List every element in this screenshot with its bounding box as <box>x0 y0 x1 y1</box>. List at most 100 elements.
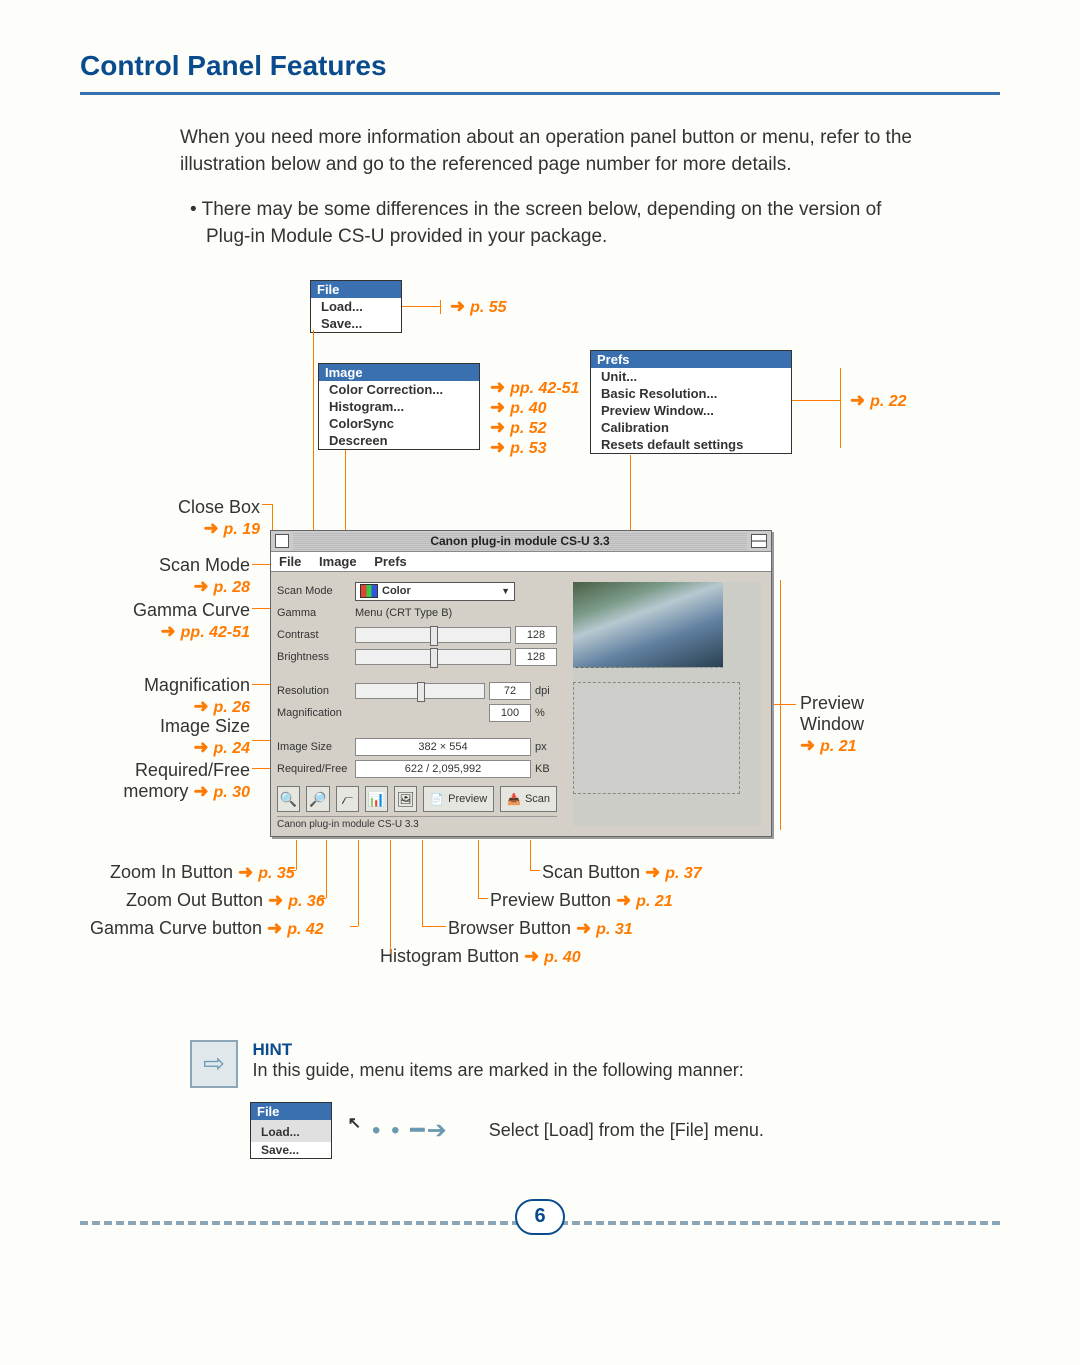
scan-mode-dropdown[interactable]: Color <box>355 582 515 601</box>
image-size-ref: p. 24 <box>214 740 250 757</box>
brightness-slider[interactable] <box>355 649 511 665</box>
hint-title: HINT <box>252 1040 743 1060</box>
menubar-file[interactable]: File <box>279 554 301 569</box>
control-panel-window: Canon plug-in module CS-U 3.3 File Image… <box>270 530 772 837</box>
file-menu-load: Load... <box>311 298 401 315</box>
zoom-in-icon: 🔍 <box>280 791 297 808</box>
curve-icon: ⦧ <box>341 791 353 808</box>
hint-action-text: Select [Load] from the [File] menu. <box>489 1120 764 1141</box>
prefs-menu-title: Prefs <box>591 351 791 368</box>
row-resolution-label: Resolution <box>277 685 355 697</box>
selection-marquee[interactable] <box>573 682 740 794</box>
preview-icon: 📄 <box>430 793 444 806</box>
close-box[interactable] <box>275 534 289 548</box>
hint-icon: ⇨ <box>190 1040 238 1088</box>
cp-menubar: File Image Prefs <box>271 552 771 572</box>
contrast-value[interactable]: 128 <box>515 626 557 644</box>
magnification-value[interactable]: 100 <box>489 704 531 722</box>
prefs-menu-preview: Preview Window... <box>591 402 791 419</box>
flow-arrow-icon: • • ━➔ <box>372 1116 449 1145</box>
preview-window-label2: Window <box>800 714 864 734</box>
preview-area[interactable] <box>573 582 761 826</box>
scan-btn-ref: p. 37 <box>665 865 701 882</box>
browser-button[interactable]: 🖼 <box>394 786 417 812</box>
prefs-menu-calib: Calibration <box>591 419 791 436</box>
row-reqfree-label: Required/Free <box>277 763 355 775</box>
gamma-curve-label: Gamma Curve <box>133 600 250 620</box>
zoom-in-button[interactable]: 🔍 <box>277 786 300 812</box>
status-bar: Canon plug-in module CS-U 3.3 <box>277 816 557 830</box>
row-scan-mode-label: Scan Mode <box>277 585 355 597</box>
prefs-menu-basic: Basic Resolution... <box>591 385 791 402</box>
scan-btn-label: Scan Button <box>542 862 640 882</box>
intro-text: When you need more information about an … <box>180 125 920 178</box>
diagram: File Load... Save... ➜ p. 55 Image Color… <box>80 280 1000 990</box>
scan-button-label: Scan <box>525 793 550 805</box>
magnification-unit: % <box>535 707 557 719</box>
row-magnification-label: Magnification <box>277 707 355 719</box>
hist-btn-label: Histogram Button <box>380 946 519 966</box>
scan-icon: 📥 <box>507 793 521 806</box>
image-ref-hist: p. 40 <box>510 400 546 417</box>
image-ref-cs: p. 52 <box>510 420 546 437</box>
close-box-ref: p. 19 <box>224 521 260 538</box>
file-menu-title: File <box>311 281 401 298</box>
collapse-box[interactable] <box>751 534 767 548</box>
preview-btn-label: Preview Button <box>490 890 611 910</box>
row-contrast-label: Contrast <box>277 629 355 641</box>
page-number: 6 <box>515 1199 565 1235</box>
image-menu-cs: ColorSync <box>319 415 479 432</box>
resolution-value[interactable]: 72 <box>489 682 531 700</box>
prefs-menu-reset: Resets default settings <box>591 436 791 453</box>
image-menu-hist: Histogram... <box>319 398 479 415</box>
image-menu-box: Image Color Correction... Histogram... C… <box>318 363 480 450</box>
scan-mode-ref: p. 28 <box>214 579 250 596</box>
row-imagesize-label: Image Size <box>277 741 355 753</box>
browser-btn-ref: p. 31 <box>596 921 632 938</box>
hint-demo: File Load...↖ Save... • • ━➔ Select [Loa… <box>250 1102 1000 1159</box>
zoom-out-button[interactable]: 🔎 <box>306 786 329 812</box>
color-swatch-icon <box>360 584 378 598</box>
zoom-in-label: Zoom In Button <box>110 862 233 882</box>
resolution-slider[interactable] <box>355 683 485 699</box>
imagesize-unit: px <box>535 741 557 753</box>
file-menu-save: Save... <box>311 315 401 332</box>
brightness-value[interactable]: 128 <box>515 648 557 666</box>
row-gamma-label: Gamma <box>277 607 355 619</box>
menubar-prefs[interactable]: Prefs <box>374 554 407 569</box>
preview-window-ref: p. 21 <box>820 738 856 755</box>
scan-button[interactable]: 📥 Scan <box>500 786 557 812</box>
resolution-unit: dpi <box>535 685 557 697</box>
row-brightness-label: Brightness <box>277 651 355 663</box>
gamma-value: Menu (CRT Type B) <box>355 607 452 619</box>
zoom-in-ref: p. 35 <box>258 865 294 882</box>
preview-button[interactable]: 📄 Preview <box>423 786 494 812</box>
image-ref-desc: p. 53 <box>510 440 546 457</box>
browser-btn-label: Browser Button <box>448 918 571 938</box>
gamma-curve-button[interactable]: ⦧ <box>336 786 359 812</box>
gamma-btn-label: Gamma Curve button <box>90 918 262 938</box>
window-title: Canon plug-in module CS-U 3.3 <box>293 532 747 550</box>
reqfree-ref: p. 30 <box>214 784 250 801</box>
zoom-out-label: Zoom Out Button <box>126 890 263 910</box>
hist-btn-ref: p. 40 <box>544 949 580 966</box>
hint-mini-menu: File Load...↖ Save... <box>250 1102 332 1159</box>
menubar-image[interactable]: Image <box>319 554 357 569</box>
close-box-label: Close Box <box>178 497 260 517</box>
cp-titlebar: Canon plug-in module CS-U 3.3 <box>271 531 771 552</box>
image-menu-cc: Color Correction... <box>319 381 479 398</box>
image-size-label: Image Size <box>160 716 250 736</box>
zoom-out-icon: 🔎 <box>309 791 326 808</box>
prefs-menu-unit: Unit... <box>591 368 791 385</box>
reqfree-unit: KB <box>535 763 557 775</box>
reqfree-label: Required/Free <box>135 760 250 780</box>
hint-section: ⇨ HINT In this guide, menu items are mar… <box>190 1040 920 1088</box>
scan-mode-label: Scan Mode <box>159 555 250 575</box>
reqfree-label2: memory <box>123 781 188 801</box>
contrast-slider[interactable] <box>355 627 511 643</box>
preview-window-label: Preview <box>800 693 864 713</box>
imagesize-value: 382 × 554 <box>355 738 531 756</box>
histogram-button[interactable]: 📊 <box>365 786 388 812</box>
preview-btn-ref: p. 21 <box>636 893 672 910</box>
histogram-icon: 📊 <box>368 791 385 808</box>
